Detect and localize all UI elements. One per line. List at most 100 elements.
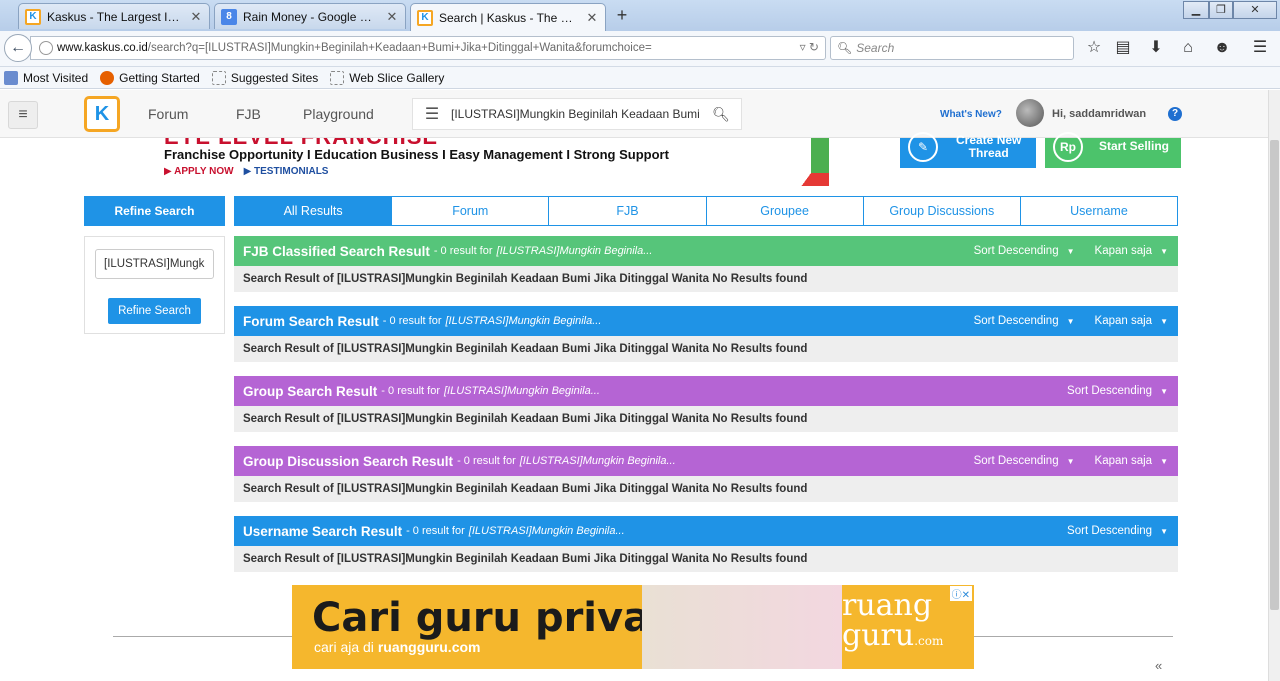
sort-dropdown[interactable]: Sort Descending ▼ [974, 315, 1075, 327]
ad-choices-icon[interactable]: ⓘ✕ [949, 586, 972, 601]
caret-down-icon: ▼ [1160, 317, 1168, 326]
tab-title: Rain Money - Google Search [243, 9, 379, 24]
reading-list-icon[interactable]: ▤ [1113, 38, 1133, 58]
result-tabs: All Results Forum FJB Groupee Group Disc… [234, 196, 1178, 226]
caret-down-icon: ▼ [1160, 247, 1168, 256]
nav-playground[interactable]: Playground [303, 106, 374, 122]
caret-down-icon: ▼ [1066, 457, 1075, 466]
ruangguru-banner-ad[interactable]: Cari guru privat? cari aja di ruangguru.… [292, 585, 974, 669]
browser-tab-kaskus-search[interactable]: K Search | Kaskus - The Large... ✕ [410, 3, 606, 31]
minimize-button[interactable]: ▁ [1183, 1, 1209, 19]
tab-fjb[interactable]: FJB [548, 197, 706, 225]
download-icon[interactable]: ⬇ [1146, 38, 1166, 58]
hamburger-menu-button[interactable]: ≡ [8, 101, 38, 129]
bookmark-suggested-sites[interactable]: Suggested Sites [211, 70, 318, 85]
section-header: FJB Classified Search Result - 0 result … [234, 236, 1178, 266]
create-thread-line2: Thread [968, 146, 1009, 160]
result-query: [ILUSTRASI]Mungkin Beginila... [443, 385, 600, 397]
time-filter-dropdown[interactable]: Kapan saja ▼ [1095, 455, 1168, 467]
search-icon[interactable]: 🔍︎ [701, 106, 741, 123]
close-icon[interactable]: ✕ [385, 9, 399, 25]
refine-search-input[interactable] [95, 249, 214, 279]
result-count: - 0 result for [382, 315, 442, 327]
section-title: Username Search Result [243, 523, 403, 539]
time-label: Kapan saja [1094, 315, 1153, 327]
browser-search-box[interactable]: 🔍︎ Search [830, 36, 1074, 60]
user-greeting[interactable]: Hi, saddamridwan [1052, 108, 1146, 120]
tab-username[interactable]: Username [1019, 197, 1178, 225]
bookmark-most-visited[interactable]: Most Visited [4, 70, 89, 85]
site-search-input[interactable] [451, 107, 701, 121]
kaskus-logo[interactable]: K [84, 96, 120, 132]
section-header: Username Search Result - 0 result for [I… [234, 516, 1178, 546]
nav-fjb[interactable]: FJB [236, 106, 261, 122]
pencil-icon: ✎ [908, 132, 938, 162]
help-icon[interactable]: ? [1168, 107, 1182, 121]
bookmark-star-icon[interactable]: ☆ [1084, 38, 1104, 58]
window-close-button[interactable]: ✕ [1233, 1, 1277, 19]
time-filter-dropdown[interactable]: Kapan saja ▼ [1095, 245, 1168, 257]
bookmark-label: Most Visited [23, 70, 89, 85]
create-new-thread-button[interactable]: ✎ Create New Thread [900, 132, 1036, 168]
new-tab-button[interactable]: + [612, 6, 632, 26]
time-filter-dropdown[interactable]: Kapan saja ▼ [1095, 315, 1168, 327]
browser-tab-google-search[interactable]: 8 Rain Money - Google Search ✕ [214, 3, 406, 29]
ad-subline: cari aja di ruangguru.com [314, 639, 480, 655]
kaskus-icon: K [25, 8, 41, 25]
section-title: Group Discussion Search Result [243, 453, 454, 469]
caret-down-icon: ▼ [1160, 387, 1168, 396]
google-icon: 8 [221, 8, 237, 25]
tab-forum[interactable]: Forum [391, 197, 549, 225]
reload-icon[interactable]: ▿ ↻ [800, 40, 819, 54]
group-results-section: Group Search Result - 0 result for [ILUS… [234, 376, 1178, 432]
ad-brand-logo: ruang guru.com [842, 591, 943, 656]
browser-tab-kaskus-home[interactable]: K Kaskus - The Largest Indon... ✕ [18, 3, 210, 29]
tab-title: Kaskus - The Largest Indon... [47, 9, 183, 24]
result-query: [ILUSTRASI]Mungkin Beginila... [496, 245, 653, 257]
home-icon[interactable]: ⌂ [1178, 38, 1198, 58]
nav-forum[interactable]: Forum [148, 106, 188, 122]
section-title: Group Search Result [243, 383, 378, 399]
search-icon: 🔍︎ [837, 41, 853, 55]
back-button[interactable]: ← [4, 34, 32, 62]
section-header: Group Discussion Search Result - 0 resul… [234, 446, 1178, 476]
refine-search-button[interactable]: Refine Search [108, 298, 201, 324]
kaskus-icon: K [417, 9, 433, 26]
bookmark-label: Web Slice Gallery [349, 70, 445, 85]
collapse-chevron-icon[interactable]: « [1155, 658, 1162, 673]
whats-new-link[interactable]: What's New? [940, 109, 1002, 120]
banner-pie-graphic [756, 138, 829, 186]
result-count: - 0 result for [433, 245, 493, 257]
tab-all-results[interactable]: All Results [235, 197, 392, 225]
caret-down-icon: ▼ [1066, 247, 1075, 256]
close-icon[interactable]: ✕ [585, 10, 599, 26]
section-body: Search Result of [ILUSTRASI]Mungkin Begi… [234, 266, 1178, 292]
rupiah-icon: Rp [1053, 132, 1083, 162]
section-title: FJB Classified Search Result [243, 243, 430, 259]
sort-dropdown[interactable]: Sort Descending ▼ [1067, 385, 1168, 397]
scrollbar-thumb[interactable] [1270, 140, 1279, 610]
chat-icon[interactable]: ☻ [1212, 38, 1232, 58]
tab-group-discussions[interactable]: Group Discussions [862, 197, 1020, 225]
start-selling-button[interactable]: Rp Start Selling [1045, 132, 1181, 168]
avatar[interactable] [1016, 99, 1044, 127]
banner-testimonials-link[interactable]: ▶ TESTIMONIALS [244, 166, 329, 177]
maximize-button[interactable]: ❐ [1209, 1, 1233, 19]
firefox-icon [100, 70, 115, 85]
site-search-bar: ☰ 🔍︎ [412, 98, 742, 130]
sort-dropdown[interactable]: Sort Descending ▼ [974, 245, 1075, 257]
search-category-menu-icon[interactable]: ☰ [413, 104, 451, 124]
tab-groupee[interactable]: Groupee [705, 197, 863, 225]
browser-search-placeholder: Search [856, 41, 895, 55]
menu-icon[interactable]: ☰ [1250, 38, 1270, 58]
bookmark-web-slice-gallery[interactable]: Web Slice Gallery [330, 70, 445, 85]
close-icon[interactable]: ✕ [189, 9, 203, 25]
section-body: Search Result of [ILUSTRASI]Mungkin Begi… [234, 336, 1178, 362]
bookmark-getting-started[interactable]: Getting Started [100, 70, 200, 85]
banner-apply-link[interactable]: ▶ APPLY NOW [164, 166, 234, 177]
page-scrollbar[interactable] [1268, 90, 1280, 681]
franchise-banner-ad[interactable]: EYE LEVEL FRANCHISE Franchise Opportunit… [146, 138, 829, 186]
sort-dropdown[interactable]: Sort Descending ▼ [1067, 525, 1168, 537]
sort-dropdown[interactable]: Sort Descending ▼ [974, 455, 1075, 467]
url-bar[interactable]: www.kaskus.co.id/search?q=[ILUSTRASI]Mun… [30, 36, 826, 60]
